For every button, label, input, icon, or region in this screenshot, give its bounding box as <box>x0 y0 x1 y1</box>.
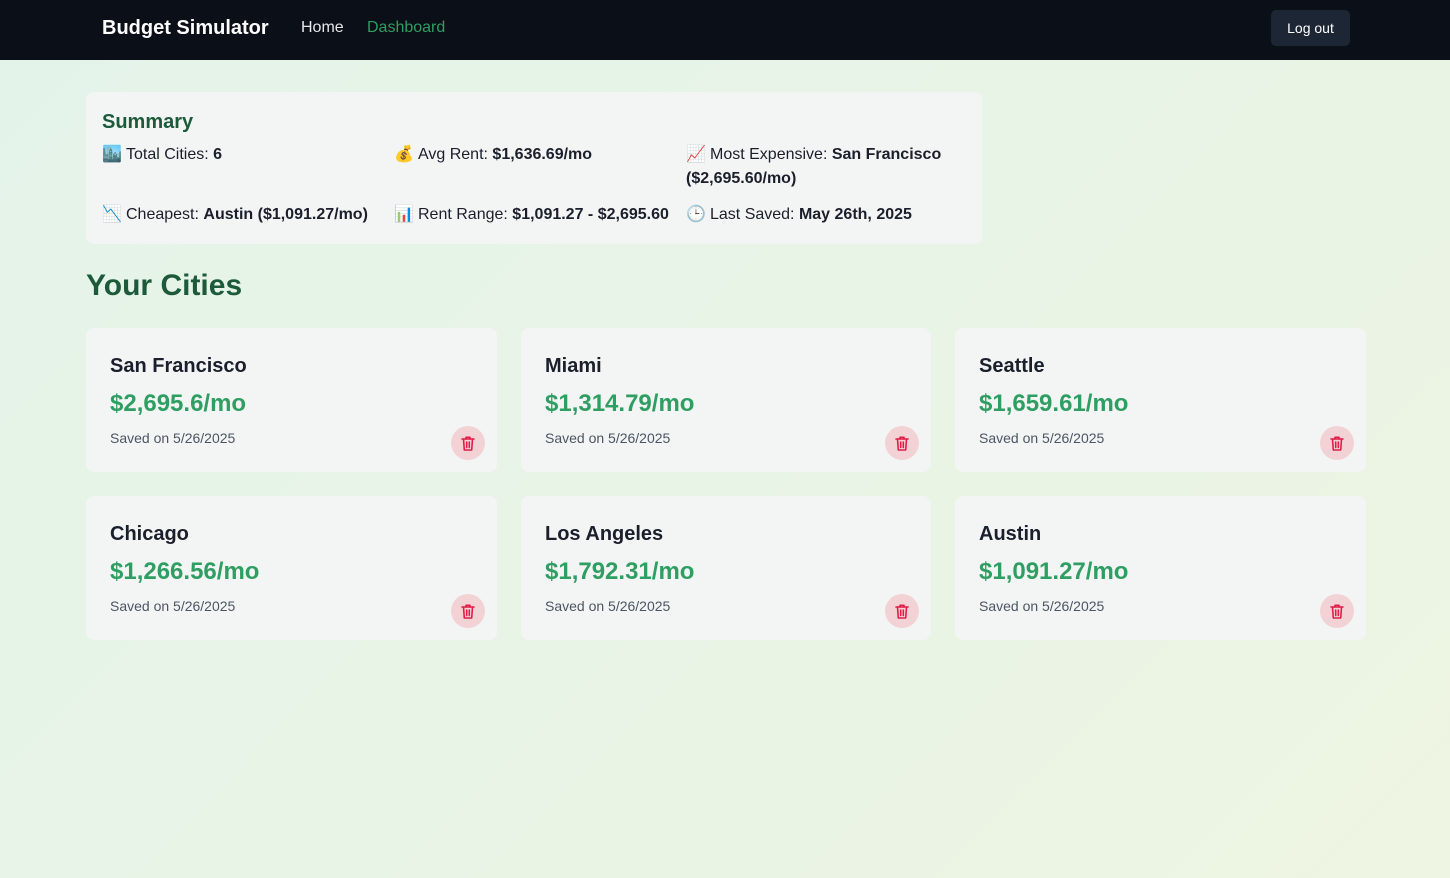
city-name: Los Angeles <box>545 523 664 545</box>
city-saved-date: Saved on 5/26/2025 <box>979 430 1105 446</box>
delete-city-button[interactable] <box>885 426 919 460</box>
stat-value: 6 <box>213 146 223 163</box>
stat-value: May 26th, 2025 <box>798 206 912 223</box>
trash-icon <box>895 436 909 451</box>
city-saved-date: Saved on 5/26/2025 <box>110 430 236 446</box>
stat-value: $1,636.69/mo <box>492 146 593 163</box>
city-rent: $1,266.56/mo <box>110 558 260 585</box>
city-rent: $1,091.27/mo <box>979 558 1129 585</box>
stat-value: $1,091.27 - $2,695.60 <box>512 206 669 223</box>
brand-title[interactable]: Budget Simulator <box>102 16 269 40</box>
bar-chart-icon: 📊 <box>394 206 414 223</box>
city-name: Miami <box>545 355 602 377</box>
stat-cheapest: 📉 Cheapest: Austin ($1,091.27/mo) <box>102 203 392 227</box>
city-name: Austin <box>979 523 1042 545</box>
delete-city-button[interactable] <box>451 594 485 628</box>
city-card-seattle: Seattle $1,659.61/mo Saved on 5/26/2025 <box>955 328 1366 472</box>
nav-link-dashboard[interactable]: Dashboard <box>367 18 445 38</box>
stat-label: Cheapest: <box>126 206 199 223</box>
chart-up-icon: 📈 <box>686 146 706 163</box>
city-name: Seattle <box>979 355 1045 377</box>
trash-icon <box>1330 436 1344 451</box>
summary-title: Summary <box>102 111 194 133</box>
delete-city-button[interactable] <box>451 426 485 460</box>
city-name: San Francisco <box>110 355 247 377</box>
city-saved-date: Saved on 5/26/2025 <box>545 430 671 446</box>
trash-icon <box>461 604 475 619</box>
city-icon: 🏙️ <box>102 146 122 163</box>
city-rent: $1,659.61/mo <box>979 390 1129 417</box>
stat-most-expensive: 📈 Most Expensive: San Francisco ($2,695.6… <box>686 143 966 191</box>
stat-label: Total Cities: <box>126 146 209 163</box>
city-rent: $2,695.6/mo <box>110 390 247 417</box>
city-saved-date: Saved on 5/26/2025 <box>979 598 1105 614</box>
nav-link-home[interactable]: Home <box>301 18 344 38</box>
stat-label: Avg Rent: <box>418 146 488 163</box>
logout-button[interactable]: Log out <box>1271 10 1350 46</box>
city-saved-date: Saved on 5/26/2025 <box>110 598 236 614</box>
trash-icon <box>1330 604 1344 619</box>
city-card-san-francisco: San Francisco $2,695.6/mo Saved on 5/26/… <box>86 328 497 472</box>
your-cities-title: Your Cities <box>86 269 243 302</box>
stat-value: Austin ($1,091.27/mo) <box>203 206 368 223</box>
city-card-los-angeles: Los Angeles $1,792.31/mo Saved on 5/26/2… <box>521 496 931 640</box>
trash-icon <box>461 436 475 451</box>
stat-avg-rent: 💰 Avg Rent: $1,636.69/mo <box>394 143 674 167</box>
stat-label: Rent Range: <box>418 206 508 223</box>
stat-last-saved: 🕒 Last Saved: May 26th, 2025 <box>686 203 976 227</box>
city-card-austin: Austin $1,091.27/mo Saved on 5/26/2025 <box>955 496 1366 640</box>
delete-city-button[interactable] <box>885 594 919 628</box>
chart-down-icon: 📉 <box>102 206 122 223</box>
navbar: Budget Simulator Home Dashboard Log out <box>0 0 1450 60</box>
clock-icon: 🕒 <box>686 206 706 223</box>
stat-label: Most Expensive: <box>710 146 828 163</box>
money-bag-icon: 💰 <box>394 146 414 163</box>
city-rent: $1,792.31/mo <box>545 558 695 585</box>
trash-icon <box>895 604 909 619</box>
stat-label: Last Saved: <box>710 206 795 223</box>
stat-rent-range: 📊 Rent Range: $1,091.27 - $2,695.60 <box>394 203 684 227</box>
city-rent: $1,314.79/mo <box>545 390 695 417</box>
city-card-chicago: Chicago $1,266.56/mo Saved on 5/26/2025 <box>86 496 497 640</box>
stat-total-cities: 🏙️ Total Cities: 6 <box>102 143 382 167</box>
delete-city-button[interactable] <box>1320 426 1354 460</box>
city-saved-date: Saved on 5/26/2025 <box>545 598 671 614</box>
summary-card: Summary 🏙️ Total Cities: 6 💰 Avg Rent: $1,… <box>86 92 982 244</box>
city-name: Chicago <box>110 523 189 545</box>
city-card-miami: Miami $1,314.79/mo Saved on 5/26/2025 <box>521 328 931 472</box>
delete-city-button[interactable] <box>1320 594 1354 628</box>
